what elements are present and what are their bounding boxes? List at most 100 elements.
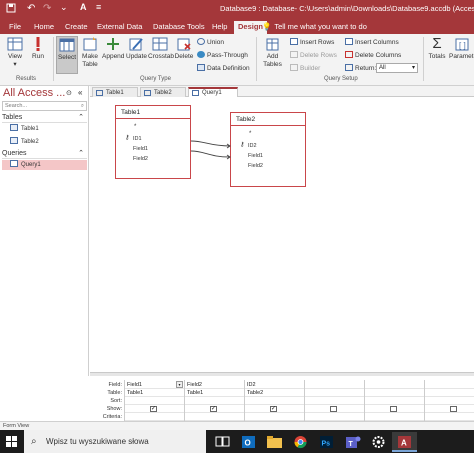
grid-criteria-cell[interactable] [185,413,244,421]
redo-icon[interactable]: ↷ [43,3,51,14]
pane-splitter[interactable] [90,372,474,376]
collapse-pane-icon[interactable]: « [78,88,82,97]
tab-file[interactable]: File [5,19,25,34]
settings-gear-icon[interactable] [366,432,391,452]
windows-start-icon[interactable] [6,436,17,447]
union-button[interactable]: Union [197,37,224,48]
show-checkbox[interactable] [390,406,397,412]
table-box-table2[interactable]: Table2 * ⚷ ID2 Field1 Field2 [230,112,306,187]
table-box-title[interactable]: Table2 [231,113,305,126]
photoshop-icon[interactable]: Ps [314,432,339,452]
query-design-surface[interactable]: Table1 * ⚷ ID1 Field1 Field2 Table2 * ⚷ … [90,97,474,373]
field-id2[interactable]: ID2 [248,143,257,149]
nav-search-input[interactable]: Search... ⌕ [2,101,87,111]
grid-table-cell[interactable] [365,389,424,397]
grid-sort-cell[interactable] [305,397,364,405]
grid-sort-cell[interactable] [185,397,244,405]
font-color-icon[interactable]: A [80,2,87,12]
return-select[interactable]: All ▾ [376,63,418,73]
grid-sort-cell[interactable] [245,397,304,405]
grid-criteria-cell[interactable] [305,413,364,421]
select-query-button[interactable]: Select [56,36,78,74]
tab-help[interactable]: Help [208,19,231,34]
delete-columns-button[interactable]: Delete Columns [345,50,401,61]
tab-create[interactable]: Create [61,19,92,34]
grid-criteria-cell[interactable] [425,413,474,421]
field-all[interactable]: * [134,124,136,130]
run-button[interactable]: Run [29,36,47,61]
customize-toolbar-icon[interactable]: ⌄ [60,2,68,13]
tab-home[interactable]: Home [30,19,58,34]
view-button[interactable]: View ▾ [4,36,26,69]
field-all[interactable]: * [249,131,251,137]
show-checkbox[interactable]: ✓ [150,406,157,412]
pass-through-button[interactable]: Pass-Through [197,50,248,61]
grid-field-cell[interactable]: ID2 [245,381,304,389]
field-field1[interactable]: Field1 [248,153,263,159]
nav-section-tables[interactable]: Tables ⌃ [2,113,87,123]
grid-column-2[interactable]: Field2 Table1 ✓ [184,380,244,421]
insert-columns-button[interactable]: Insert Columns [345,37,399,48]
teams-icon[interactable]: T [340,432,365,452]
grid-sort-cell[interactable] [425,397,474,405]
chevron-down-icon[interactable]: ▾ [176,381,183,388]
undo-icon[interactable]: ↶ [27,3,35,14]
data-definition-button[interactable]: Data Definition [197,63,250,74]
access-app-icon[interactable]: A [392,432,417,452]
join-line[interactable] [191,150,231,158]
insert-rows-button[interactable]: Insert Rows [290,37,334,48]
make-table-button[interactable]: Make Table [80,36,100,69]
delete-rows-button[interactable]: Delete Rows [290,50,337,61]
nav-header[interactable]: All Access ... [3,87,65,99]
grid-column-5[interactable] [364,380,424,421]
show-checkbox[interactable] [330,406,337,412]
save-icon[interactable] [6,3,16,16]
doc-tab-table1[interactable]: Table1 [92,87,138,97]
builder-button[interactable]: Builder [290,63,320,74]
add-tables-button[interactable]: Add Tables [260,36,285,69]
grid-table-cell[interactable]: Table1 [125,389,184,397]
show-checkbox[interactable] [450,406,457,412]
parameters-button[interactable]: [ ] Paramete [449,36,474,61]
table-box-title[interactable]: Table1 [116,106,190,119]
grid-field-cell[interactable]: Field2 [185,381,244,389]
grid-criteria-cell[interactable] [245,413,304,421]
field-field2[interactable]: Field2 [133,156,148,162]
crosstab-button[interactable]: Crosstab [148,36,174,61]
grid-field-cell[interactable] [305,381,364,389]
join-line[interactable] [191,140,231,147]
tab-database-tools[interactable]: Database Tools [149,19,209,34]
more-commands-icon[interactable]: ≡ [96,2,101,12]
nav-item-query1[interactable]: Query1 [2,160,87,170]
tell-me-box[interactable]: 💡 Tell me what you want to do [262,19,367,34]
join-lines[interactable] [191,137,231,161]
grid-criteria-cell[interactable] [365,413,424,421]
grid-column-6[interactable] [424,380,474,421]
nav-section-queries[interactable]: Queries ⌃ [2,149,87,159]
grid-table-cell[interactable] [425,389,474,397]
grid-table-cell[interactable]: Table1 [185,389,244,397]
grid-sort-cell[interactable] [365,397,424,405]
field-field2[interactable]: Field2 [248,163,263,169]
grid-field-cell[interactable]: Field1 ▾ [125,381,184,389]
grid-table-cell[interactable] [305,389,364,397]
grid-table-cell[interactable]: Table2 [245,389,304,397]
grid-criteria-cell[interactable] [125,413,184,421]
totals-button[interactable]: Σ Totals [427,36,447,61]
nav-menu-chevron-icon[interactable]: ⊙ [66,89,72,97]
show-checkbox[interactable]: ✓ [270,406,277,412]
taskbar-search-input[interactable]: ⌕ Wpisz tu wyszukiwane słowa [24,430,206,453]
doc-tab-table2[interactable]: Table2 [140,87,186,97]
doc-tab-query1[interactable]: Query1 [188,87,238,97]
field-field1[interactable]: Field1 [133,146,148,152]
append-button[interactable]: Append [102,36,124,61]
tab-external-data[interactable]: External Data [93,19,146,34]
grid-column-3[interactable]: ID2 Table2 ✓ [244,380,304,421]
update-button[interactable]: Update [126,36,147,61]
chrome-icon[interactable] [288,432,313,452]
file-explorer-icon[interactable] [262,432,287,452]
grid-field-cell[interactable] [365,381,424,389]
delete-query-button[interactable]: Delete [174,36,194,61]
grid-column-4[interactable] [304,380,364,421]
outlook-icon[interactable]: O [236,432,261,452]
